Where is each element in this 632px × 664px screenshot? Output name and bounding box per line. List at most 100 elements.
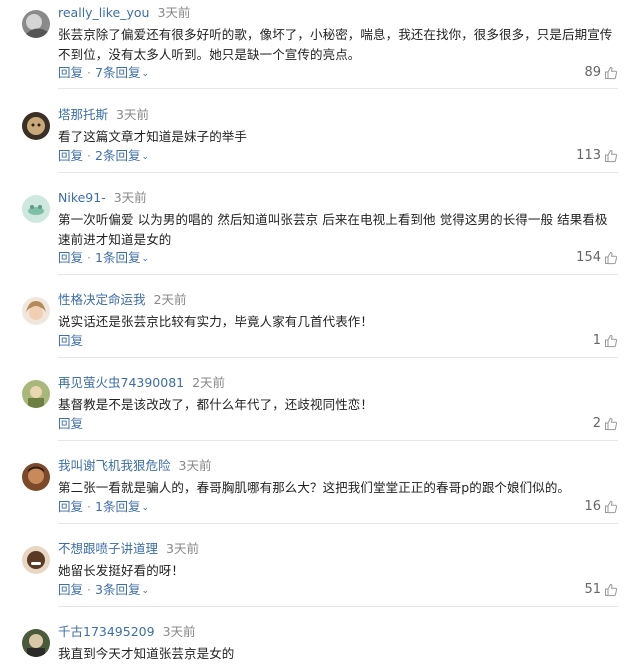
avatar[interactable] [22, 546, 50, 574]
like-button[interactable]: 51 [584, 582, 618, 598]
replies-count-label: 1条回复 [95, 499, 141, 514]
like-count: 154 [576, 250, 601, 265]
username[interactable]: 性格决定命运我 [58, 292, 146, 307]
view-replies-button[interactable]: 3条回复⌄ [95, 582, 149, 597]
avatar[interactable] [22, 112, 50, 140]
thumbs-up-icon [605, 66, 618, 80]
comment-actions: 回复 · 7条回复⌄ [58, 65, 149, 82]
like-button[interactable]: 2 [593, 416, 618, 432]
comment-item: 我叫谢飞机我狠危险 3天前 第二张一看就是骗人的，春哥胸肌哪有那么大？这把我们堂… [0, 455, 632, 524]
comment-actions: 回复 [58, 416, 83, 432]
username[interactable]: really_like_you [58, 5, 149, 20]
view-replies-button[interactable]: 1条回复⌄ [95, 499, 149, 514]
reply-button[interactable]: 回复 [58, 333, 83, 348]
comment-text: 她留长发挺好看的呀！ [58, 563, 185, 578]
replies-count-label: 3条回复 [95, 582, 141, 597]
thumbs-up-icon [605, 417, 618, 431]
comment-text: 第二张一看就是骗人的，春哥胸肌哪有那么大？这把我们堂堂正正的春哥p的跟个娘们似的… [58, 480, 571, 495]
like-button[interactable]: 16 [584, 499, 618, 515]
comment-text: 我直到今天才知道张芸京是女的 [58, 646, 235, 661]
avatar-image [22, 112, 50, 140]
chevron-down-icon: ⌄ [141, 254, 149, 264]
comment-meta: 塔那托斯 3天前 [58, 107, 149, 123]
avatar-image [22, 10, 50, 38]
chevron-down-icon: ⌄ [141, 586, 149, 596]
comment-meta: 再见萤火虫74390081 2天前 [58, 375, 225, 391]
thumbs-up-icon [605, 334, 618, 348]
chevron-down-icon: ⌄ [141, 152, 149, 162]
comment-item: 不想跟喷子讲道理 3天前 她留长发挺好看的呀！ 回复 · 3条回复⌄ 51 [0, 538, 632, 607]
like-count: 89 [584, 65, 601, 80]
avatar-image [22, 463, 50, 491]
comment-text: 第一次听偏爱 以为男的唱的 然后知道叫张芸京 后来在电视上看到他 觉得这男的长得… [58, 212, 608, 247]
avatar[interactable] [22, 195, 50, 223]
comment-actions: 回复 · 3条回复⌄ [58, 582, 149, 599]
username[interactable]: 千古173495209 [58, 624, 155, 639]
replies-count-label: 1条回复 [95, 250, 141, 265]
comment-actions: 回复 · 1条回复⌄ [58, 250, 149, 267]
avatar-image [22, 546, 50, 574]
timestamp: 3天前 [162, 624, 196, 639]
avatar-image [22, 380, 50, 408]
chevron-down-icon: ⌄ [141, 69, 149, 79]
separator: · [87, 582, 91, 597]
timestamp: 3天前 [166, 541, 199, 556]
comment-meta: 不想跟喷子讲道理 3天前 [58, 541, 199, 557]
like-button[interactable]: 1 [593, 333, 618, 349]
reply-button[interactable]: 回复 [58, 250, 83, 265]
comment-text: 基督教是不是该改改了，都什么年代了，还歧视同性恋！ [58, 397, 374, 412]
avatar[interactable] [22, 463, 50, 491]
reply-button[interactable]: 回复 [58, 148, 83, 163]
like-count: 113 [576, 148, 601, 163]
replies-count-label: 2条回复 [95, 148, 141, 163]
comment-item: Nike91- 3天前 第一次听偏爱 以为男的唱的 然后知道叫张芸京 后来在电视… [0, 187, 632, 277]
separator: · [87, 250, 91, 265]
replies-count-label: 7条回复 [95, 65, 141, 80]
comment-text: 张芸京除了偏爱还有很多好听的歌，像坏了，小秘密，喘息，我还在找你，很多很多，只是… [58, 27, 613, 62]
like-count: 1 [592, 333, 601, 348]
comment-text: 说实话还是张芸京比较有实力，毕竟人家有几首代表作！ [58, 314, 374, 329]
avatar-image [22, 297, 50, 325]
avatar[interactable] [22, 380, 50, 408]
reply-button[interactable]: 回复 [58, 416, 83, 431]
thumbs-up-icon [605, 500, 618, 514]
chevron-down-icon: ⌄ [141, 503, 149, 513]
view-replies-button[interactable]: 7条回复⌄ [95, 65, 149, 80]
view-replies-button[interactable]: 1条回复⌄ [95, 250, 149, 265]
timestamp: 3天前 [157, 5, 191, 20]
avatar-image [22, 629, 50, 657]
like-button[interactable]: 113 [576, 148, 618, 164]
separator: · [87, 148, 91, 163]
comment-actions: 回复 [58, 333, 83, 349]
username[interactable]: 再见萤火虫74390081 [58, 375, 184, 390]
comment-meta: 千古173495209 3天前 [58, 624, 196, 640]
username[interactable]: 我叫谢飞机我狠危险 [58, 458, 171, 473]
like-button[interactable]: 89 [584, 65, 618, 81]
separator: · [87, 499, 91, 514]
avatar[interactable] [22, 297, 50, 325]
reply-button[interactable]: 回复 [58, 582, 83, 597]
avatar-image [22, 195, 50, 223]
avatar[interactable] [22, 10, 50, 38]
thumbs-up-icon [605, 583, 618, 597]
comment-actions: 回复 · 2条回复⌄ [58, 148, 149, 165]
comment-item: really_like_you 3天前 张芸京除了偏爱还有很多好听的歌，像坏了，… [0, 2, 632, 89]
divider [58, 274, 618, 275]
view-replies-button[interactable]: 2条回复⌄ [95, 148, 149, 163]
avatar[interactable] [22, 629, 50, 657]
reply-button[interactable]: 回复 [58, 65, 83, 80]
reply-button[interactable]: 回复 [58, 499, 83, 514]
like-count: 16 [584, 499, 601, 514]
username[interactable]: 不想跟喷子讲道理 [58, 541, 158, 556]
timestamp: 2天前 [192, 375, 226, 390]
comment-item: 再见萤火虫74390081 2天前 基督教是不是该改改了，都什么年代了，还歧视同… [0, 372, 632, 441]
comment-meta: Nike91- 3天前 [58, 190, 147, 206]
comment-meta: 我叫谢飞机我狠危险 3天前 [58, 458, 211, 474]
like-button[interactable]: 154 [576, 250, 618, 266]
comment-item: 性格决定命运我 2天前 说实话还是张芸京比较有实力，毕竟人家有几首代表作！ 回复… [0, 289, 632, 358]
timestamp: 2天前 [153, 292, 187, 307]
divider [58, 88, 618, 89]
username[interactable]: Nike91- [58, 190, 106, 205]
comment-text: 看了这篇文章才知道是妹子的举手 [58, 129, 248, 144]
username[interactable]: 塔那托斯 [58, 107, 108, 122]
